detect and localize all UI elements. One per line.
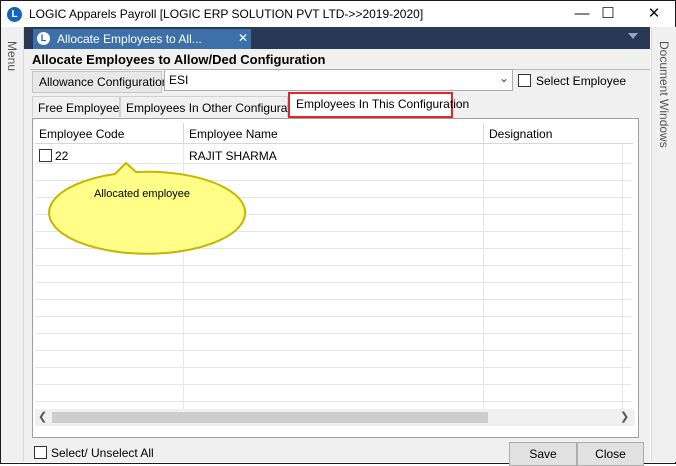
callout-text: Allocated employee	[94, 188, 191, 200]
tab-employees-this-config[interactable]: Employees In This Configuration	[288, 92, 469, 118]
tab-label: Employees In This Configuration	[296, 97, 470, 111]
callout-shape	[48, 161, 247, 255]
callout-bubble	[48, 161, 247, 255]
